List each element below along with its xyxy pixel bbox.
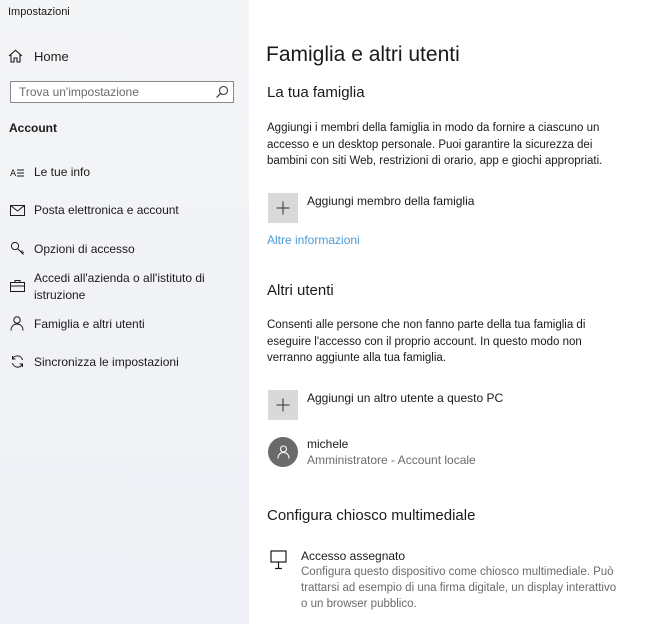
- sidebar-item-label: Opzioni di accesso: [34, 241, 135, 256]
- page-title: Famiglia e altri utenti: [266, 43, 460, 66]
- briefcase-icon: [8, 280, 26, 292]
- other-users-heading: Altri utenti: [267, 282, 334, 299]
- add-other-user-label: Aggiungi un altro utente a questo PC: [307, 391, 504, 405]
- more-info-link[interactable]: Altre informazioni: [267, 233, 360, 247]
- key-icon: [8, 241, 26, 256]
- sidebar-item-label: Famiglia e altri utenti: [34, 316, 145, 331]
- sidebar-item-label: Posta elettronica e account: [34, 203, 179, 217]
- search-icon[interactable]: [215, 85, 229, 104]
- person-icon: [8, 316, 26, 331]
- search-input[interactable]: Trova un'impostazione: [10, 81, 234, 103]
- kiosk-heading: Configura chiosco multimediale: [267, 507, 476, 524]
- sidebar-item-le-tue-info[interactable]: A Le tue info: [8, 165, 91, 179]
- contact-card-icon: A: [8, 167, 26, 178]
- main-content: Famiglia e altri utenti La tua famiglia …: [249, 0, 650, 624]
- assigned-access-title: Accesso assegnato: [301, 549, 406, 563]
- add-family-member-button[interactable]: Aggiungi membro della famiglia: [268, 193, 474, 223]
- assigned-access-description: Configura questo dispositivo come chiosc…: [301, 566, 617, 610]
- sidebar-home-label: Home: [34, 48, 69, 64]
- user-role: Amministratore - Account locale: [307, 453, 476, 467]
- kiosk-icon: [270, 550, 287, 575]
- assigned-access-item[interactable]: Accesso assegnato Configura questo dispo…: [270, 548, 621, 612]
- family-description: Aggiungi i membri della famiglia in modo…: [267, 122, 603, 167]
- sidebar-item-label: Accedi all'azienda o all'istituto di ist…: [34, 271, 205, 302]
- sidebar-item-posta[interactable]: Posta elettronica e account: [8, 203, 179, 217]
- other-users-description: Consenti alle persone che non fanno part…: [267, 319, 586, 364]
- user-name: michele: [307, 437, 349, 451]
- add-family-member-label: Aggiungi membro della famiglia: [307, 194, 475, 208]
- sidebar-item-azienda[interactable]: Accedi all'azienda o all'istituto di ist…: [8, 270, 234, 304]
- sidebar-home[interactable]: Home: [8, 46, 69, 66]
- add-icon: [268, 193, 298, 223]
- svg-text:A: A: [10, 169, 17, 178]
- home-icon: [8, 49, 24, 63]
- search-placeholder: Trova un'impostazione: [19, 85, 139, 99]
- family-heading: La tua famiglia: [267, 84, 365, 101]
- user-account-item[interactable]: michele Amministratore - Account locale: [268, 436, 476, 468]
- add-other-user-button[interactable]: Aggiungi un altro utente a questo PC: [268, 390, 503, 420]
- sidebar-item-sincronizza[interactable]: Sincronizza le impostazioni: [8, 354, 179, 369]
- mail-icon: [8, 204, 26, 216]
- sidebar-item-label: Le tue info: [34, 165, 91, 179]
- sidebar-item-label: Sincronizza le impostazioni: [34, 354, 179, 369]
- window-title: Impostazioni: [8, 6, 70, 18]
- sidebar: Impostazioni Home Trova un'impostazione …: [0, 0, 249, 624]
- sidebar-item-famiglia[interactable]: Famiglia e altri utenti: [8, 316, 145, 331]
- add-icon: [268, 390, 298, 420]
- sidebar-section-title: Account: [9, 121, 57, 135]
- sidebar-item-opzioni-accesso[interactable]: Opzioni di accesso: [8, 241, 135, 256]
- sync-icon: [8, 354, 26, 369]
- avatar: [268, 437, 298, 467]
